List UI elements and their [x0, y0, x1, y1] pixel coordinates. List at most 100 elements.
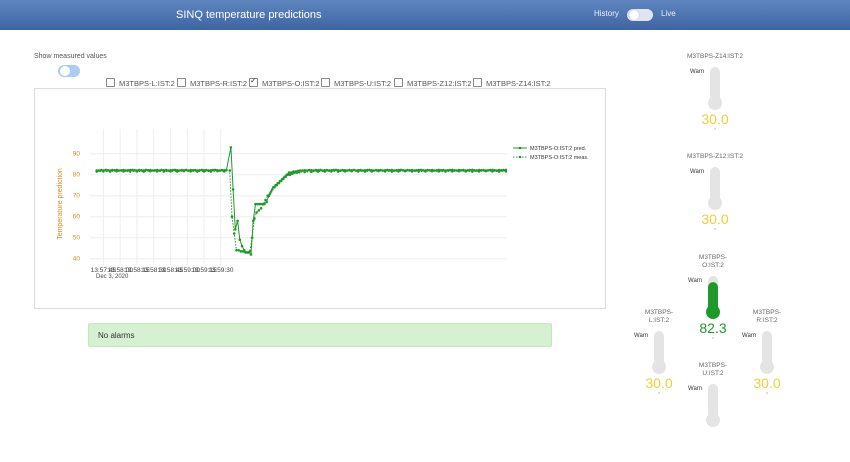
data-point	[336, 170, 340, 173]
thermometer-icon	[706, 384, 720, 427]
data-point	[216, 169, 219, 173]
app-header: SINQ temperature predictions History Liv…	[0, 0, 850, 30]
checkbox-box-checked[interactable]	[249, 76, 258, 87]
data-point	[444, 170, 447, 173]
chart-series	[95, 146, 508, 256]
checkbox-box[interactable]	[321, 78, 330, 87]
data-point	[258, 202, 262, 206]
data-point	[303, 170, 306, 174]
checkbox-box[interactable]	[177, 78, 186, 87]
sensor-checkbox-z14[interactable]: M3TBPS-Z14:IST:2	[473, 78, 551, 88]
data-point	[209, 170, 213, 173]
data-point	[291, 172, 294, 175]
data-point	[295, 171, 299, 174]
sensor-checkbox-l[interactable]: M3TBPS-L:IST:2	[106, 78, 175, 88]
legend-marker	[518, 155, 522, 159]
data-point	[160, 168, 163, 172]
gauge-warn-label: Warn	[742, 333, 757, 339]
gauge-warn-label: Warn	[688, 386, 703, 392]
data-point	[477, 170, 481, 173]
data-point	[390, 170, 394, 173]
data-point	[430, 169, 434, 173]
y-axis-label: Temperature prediction	[57, 168, 64, 240]
data-point	[377, 169, 380, 173]
toggle-knob	[60, 66, 70, 76]
data-point	[279, 179, 283, 183]
gauge-unit: °	[658, 392, 660, 398]
gauge-name: M3TBPS-U:IST:2	[698, 362, 728, 377]
chart-grid	[90, 129, 507, 265]
data-point	[293, 171, 296, 174]
data-point	[202, 170, 206, 173]
sensor-label: M3TBPS-L:IST:2	[119, 79, 175, 88]
show-measured-label: Show measured values	[34, 53, 107, 60]
checkbox-box[interactable]	[106, 78, 115, 87]
data-point	[307, 168, 311, 172]
thermometer-icon	[760, 331, 774, 374]
data-point	[350, 169, 353, 173]
data-point	[357, 170, 360, 173]
data-point	[383, 170, 387, 173]
data-point	[301, 169, 304, 172]
sensor-label: M3TBPS-R:IST:2	[190, 79, 248, 88]
data-point	[410, 170, 414, 173]
sensor-label: M3TBPS-O:IST:2	[262, 79, 320, 88]
data-point	[239, 250, 243, 253]
sensor-checkbox-u[interactable]: M3TBPS-U:IST:2	[321, 78, 391, 88]
y-tick-label: 60	[73, 214, 81, 221]
data-point	[173, 168, 177, 172]
y-tick-label: 70	[73, 193, 81, 200]
checkbox-box[interactable]	[394, 78, 403, 87]
thermometer-icon	[708, 167, 722, 210]
data-point	[259, 207, 263, 210]
data-point	[108, 170, 112, 173]
data-point	[182, 169, 186, 173]
data-point	[257, 209, 261, 212]
sensor-checkbox-r[interactable]: M3TBPS-R:IST:2	[177, 78, 247, 88]
x-tick-labels: 13:57:4513:58:0013:58:1513:58:3013:58:45…	[91, 267, 234, 274]
history-label: History	[594, 9, 619, 18]
data-point	[330, 170, 333, 173]
data-point	[419, 168, 423, 172]
gauge-name: M3TBPS-L:IST:2	[644, 309, 674, 324]
live-label: Live	[661, 9, 676, 18]
sensor-checkbox-o[interactable]: M3TBPS-O:IST:2	[249, 76, 320, 88]
data-point	[437, 170, 441, 173]
data-point	[144, 168, 148, 172]
data-point	[175, 170, 179, 173]
data-point	[231, 188, 235, 191]
data-point	[297, 170, 301, 174]
data-point	[277, 181, 281, 185]
data-point	[213, 168, 217, 172]
data-point	[232, 232, 236, 235]
data-point	[286, 173, 290, 176]
x-date-label: Dec 3, 2020	[96, 274, 129, 280]
data-point	[189, 170, 192, 173]
data-point	[417, 170, 420, 173]
data-point	[115, 169, 119, 173]
app-title: SINQ temperature predictions	[176, 9, 322, 21]
checkbox-box[interactable]	[473, 78, 482, 87]
sensor-label: M3TBPS-Z14:IST:2	[486, 79, 551, 88]
chart-legend: M3TBPS-O:IST:2 pred. M3TBPS-O:IST:2 meas.	[513, 146, 589, 161]
gauge-z12: M3TBPS-Z12:IST:2 Warn 30.0 °	[678, 153, 752, 253]
data-point	[246, 251, 249, 254]
data-point	[244, 251, 247, 254]
data-point	[149, 169, 152, 173]
data-point	[334, 168, 338, 172]
gauge-unit: °	[766, 392, 768, 398]
data-point	[142, 170, 145, 173]
data-point	[273, 186, 276, 189]
show-measured-toggle[interactable]	[58, 65, 80, 77]
data-point	[319, 168, 322, 172]
data-point	[284, 175, 287, 179]
series-line-1	[96, 169, 506, 253]
data-point	[222, 170, 226, 173]
sensor-checkbox-z12[interactable]: M3TBPS-Z12:IST:2	[394, 78, 472, 88]
data-point	[386, 168, 389, 172]
history-live-toggle[interactable]	[627, 9, 653, 21]
y-tick-label: 50	[73, 235, 81, 242]
data-point	[491, 170, 494, 173]
thermometer-icon	[706, 276, 720, 319]
data-point	[248, 250, 252, 253]
